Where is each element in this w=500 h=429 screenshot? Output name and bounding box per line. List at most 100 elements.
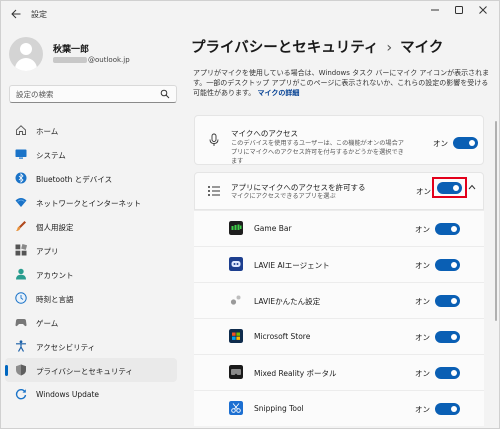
minimize-button[interactable] [425,5,445,21]
app-row-lavie-easy-settings: LAVIEかんたん設定 オン [194,282,484,318]
mic-details-link[interactable]: マイクの詳細 [258,89,300,97]
chevron-up-icon[interactable] [467,183,477,191]
mic-access-title: マイクへのアクセス [231,129,298,138]
apps-icon [15,244,27,256]
microsoft-store-icon [229,329,243,343]
app-name: Microsoft Store [254,332,311,341]
time-language-icon [15,292,27,304]
sidebar-item-gaming[interactable]: ゲーム [5,310,177,334]
minimize-icon [431,9,439,11]
app-state: オン [415,333,430,342]
app-state: オン [415,225,430,234]
sidebar-item-network[interactable]: ネットワークとインターネット [5,190,177,214]
email-redaction [53,57,87,63]
sidebar-nav: ホーム システム Bluetooth とデバイス ネットワークとインターネット [5,118,177,406]
app-state: オン [415,405,430,414]
profile-email: @outlook.jp [53,56,130,64]
app-row-microsoft-store: Microsoft Store オン [194,318,484,354]
sidebar-item-label: アカウント [36,271,74,280]
sidebar-item-label: アクセシビリティ [36,343,96,352]
personalization-icon [16,221,26,231]
sidebar-item-label: プライバシーとセキュリティ [36,367,133,376]
app-row-game-bar: Game Bar オン [194,210,484,246]
app-name: Snipping Tool [254,404,304,413]
search-box[interactable] [9,85,177,103]
game-bar-icon [229,221,243,235]
back-button[interactable] [9,7,23,21]
mixed-reality-portal-icon [229,365,243,379]
mic-access-toggle[interactable] [453,137,478,149]
search-input[interactable] [16,88,156,100]
app-name: LAVIE AIエージェント [254,261,330,270]
search-icon[interactable] [160,89,170,99]
page-description: アプリがマイクを使用している場合は、Windows タスク バーにマイク アイコ… [193,69,490,97]
app-access-state: オン [416,187,431,196]
highlight-box [432,177,467,198]
game-bar-toggle[interactable] [435,223,460,235]
list-icon [208,186,220,196]
privacy-shield-icon [16,364,26,376]
network-icon [15,198,27,207]
sidebar-item-label: 個人用設定 [36,223,74,232]
sidebar-item-label: ホーム [36,127,59,136]
gaming-icon [15,319,27,327]
title-bar: 設定 [1,1,500,27]
system-icon [15,149,27,159]
sidebar-item-accounts[interactable]: アカウント [5,262,177,286]
maximize-button[interactable] [449,5,469,21]
sidebar-item-label: 時刻と言語 [36,295,74,304]
page-title: プライバシーとセキュリティ › マイク [191,36,443,57]
sidebar-item-home[interactable]: ホーム [5,118,177,142]
breadcrumb-parent[interactable]: プライバシーとセキュリティ [191,40,378,56]
snipping-tool-toggle[interactable] [435,403,460,415]
back-arrow-icon [11,9,21,19]
account-icon [16,268,26,280]
lavie-easy-settings-icon [230,295,241,305]
app-row-snipping-tool: Snipping Tool オン [194,390,484,426]
app-state: オン [415,261,430,270]
sidebar-item-label: Bluetooth とデバイス [36,175,113,184]
lavie-easy-settings-toggle[interactable] [435,295,460,307]
breadcrumb-current: マイク [400,40,444,56]
bluetooth-icon [15,172,27,184]
scrollbar[interactable] [495,121,497,321]
sidebar-item-label: ネットワークとインターネット [36,199,141,208]
windows-update-icon [15,389,27,400]
app-name: Mixed Reality ポータル [254,369,337,378]
sidebar-item-accessibility[interactable]: アクセシビリティ [5,334,177,358]
mic-access-card: マイクへのアクセス このデバイスを使用するユーザーは、この機能がオンの場合アプリ… [194,115,484,165]
maximize-icon [455,6,463,14]
accessibility-icon [16,340,26,352]
avatar[interactable] [9,37,43,71]
sidebar-item-windows-update[interactable]: Windows Update [5,382,177,406]
microphone-icon [209,133,219,146]
close-icon [479,6,487,14]
app-title: 設定 [31,10,47,19]
sidebar-item-label: アプリ [36,247,59,256]
close-button[interactable] [473,5,493,21]
sidebar-item-label: Windows Update [36,390,100,399]
mixed-reality-portal-toggle[interactable] [435,367,460,379]
sidebar-item-personalization[interactable]: 個人用設定 [5,214,177,238]
sidebar-item-system[interactable]: システム [5,142,177,166]
breadcrumb-separator: › [386,40,393,56]
microsoft-store-toggle[interactable] [435,331,460,343]
sidebar-item-bluetooth[interactable]: Bluetooth とデバイス [5,166,177,190]
settings-window: 設定 秋葉一郎 @outlook.jp ホーム [0,0,500,429]
sidebar-item-label: システム [36,151,66,160]
app-row-mixed-reality-portal: Mixed Reality ポータル オン [194,354,484,390]
sidebar-item-time-language[interactable]: 時刻と言語 [5,286,177,310]
home-icon [16,125,26,135]
sidebar-item-apps[interactable]: アプリ [5,238,177,262]
app-name: Game Bar [254,224,292,233]
mic-access-state: オン [433,139,448,148]
app-row-lavie-ai-agent: LAVIE AIエージェント オン [194,246,484,282]
app-access-subtitle: マイクにアクセスできるアプリを選ぶ [231,193,336,200]
mic-access-subtitle: このデバイスを使用するユーザーは、この機能がオンの場合アプリにマイクへのアクセス… [231,140,404,165]
snipping-tool-icon [229,401,243,415]
sidebar-item-privacy-security[interactable]: プライバシーとセキュリティ [5,358,177,382]
profile-name: 秋葉一郎 [53,45,90,55]
app-name: LAVIEかんたん設定 [254,297,321,306]
app-state: オン [415,369,430,378]
lavie-ai-agent-toggle[interactable] [435,259,460,271]
